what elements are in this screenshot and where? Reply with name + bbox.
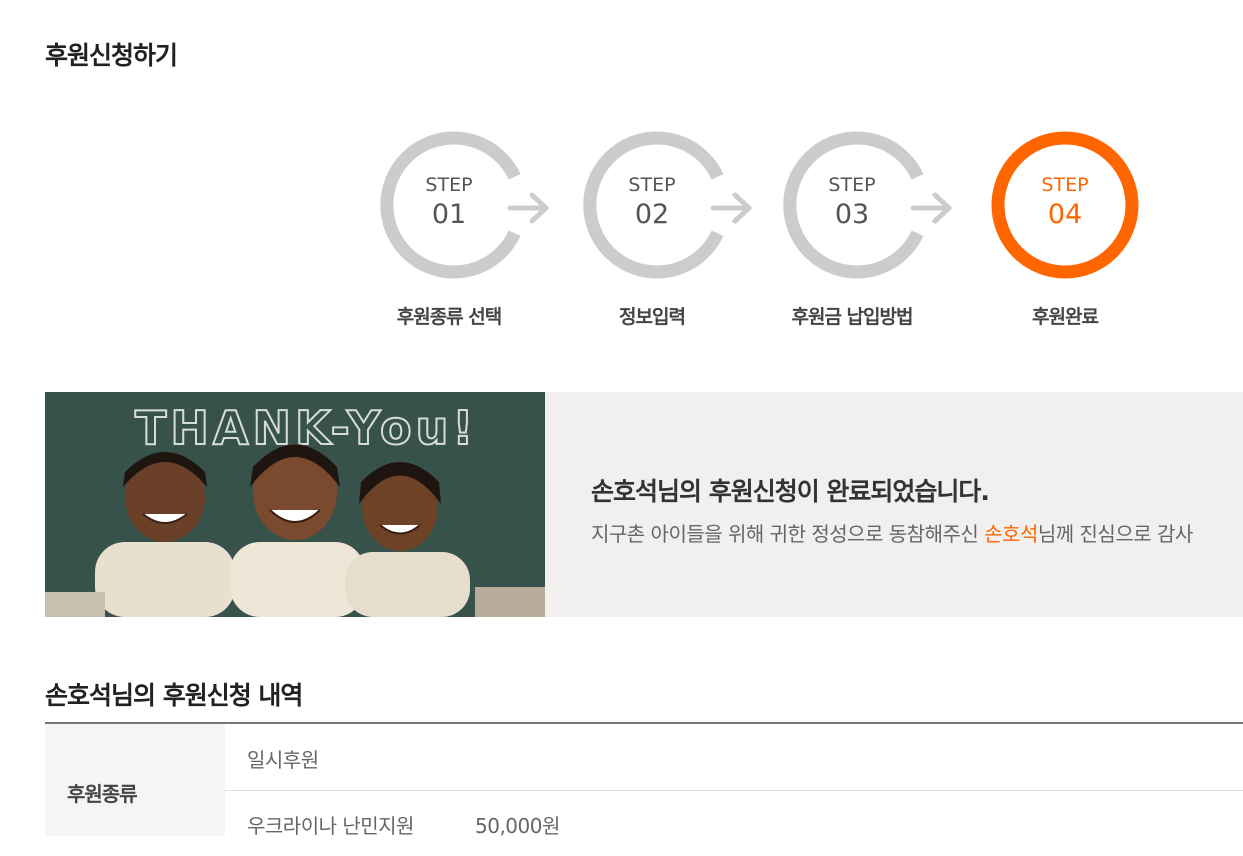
step-word: STEP — [425, 174, 473, 196]
donation-amount: 50,000원 — [475, 814, 560, 838]
type-value-row: 일시후원 — [225, 724, 1243, 791]
completion-title: 손호석님의 후원신청이 완료되었습니다. — [591, 477, 990, 506]
step-word: STEP — [828, 174, 876, 196]
step-number: 03 — [834, 199, 870, 230]
step-number: 01 — [431, 199, 467, 230]
step-label: 후원금 납입방법 — [791, 306, 914, 328]
step-label: 정보입력 — [619, 306, 686, 328]
campaign-row: 우크라이나 난민지원 50,000원 — [225, 790, 1243, 856]
step-word: STEP — [1041, 174, 1089, 196]
thank-you-banner: THANK-You! 손호석님의 후원신청이 완료되었습니다. 지구촌 아이들을… — [45, 392, 1243, 617]
thank-you-photo: THANK-You! — [45, 392, 545, 617]
step-word: STEP — [628, 174, 676, 196]
type-value: 일시후원 — [247, 748, 319, 772]
step-number: 04 — [1047, 199, 1083, 230]
message-text-end: 님께 진심으로 감사 — [1037, 522, 1193, 546]
step-03: STEP 03 후원금 납입방법 — [777, 130, 952, 329]
step-number: 02 — [634, 199, 670, 230]
page-title: 후원신청하기 — [45, 41, 178, 70]
campaign-name: 우크라이나 난민지원 — [247, 814, 414, 838]
type-header-cell: 후원종류 — [45, 724, 225, 836]
details-title: 손호석님의 후원신청 내역 — [45, 681, 303, 710]
donor-name: 손호석 — [984, 522, 1038, 546]
step-02: STEP 02 정보입력 — [577, 130, 752, 329]
step-label: 후원완료 — [1032, 306, 1099, 328]
details-table: 후원종류 일시후원 우크라이나 난민지원 50,000원 — [45, 722, 1243, 838]
step-01: STEP 01 후원종류 선택 — [374, 130, 549, 329]
step-label: 후원종류 선택 — [396, 306, 503, 328]
step-04: STEP 04 후원완료 — [990, 130, 1140, 329]
type-label: 후원종류 — [67, 782, 138, 806]
completion-message: 지구촌 아이들을 위해 귀한 정성으로 동참해주신 손호석님께 진심으로 감사 — [591, 518, 1193, 547]
message-text: 지구촌 아이들을 위해 귀한 정성으로 동참해주신 — [591, 522, 985, 546]
